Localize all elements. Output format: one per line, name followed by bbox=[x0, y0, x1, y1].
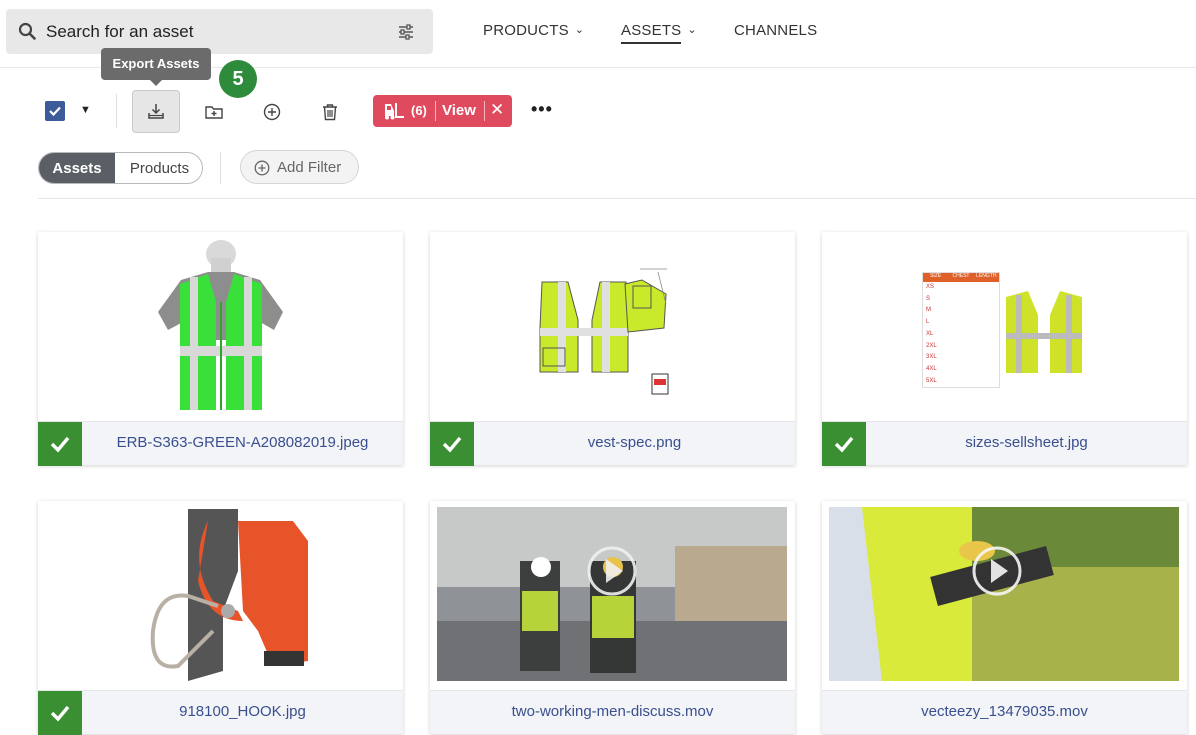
check-icon bbox=[49, 106, 61, 117]
asset-card[interactable]: SIZE CHEST LENGTH XS S M L XL 2XL 3XL 4X… bbox=[822, 232, 1187, 466]
select-dropdown-caret[interactable]: ▼ bbox=[80, 104, 91, 116]
search-icon bbox=[18, 22, 36, 40]
check-icon bbox=[834, 436, 854, 453]
vest-spec-image bbox=[430, 232, 795, 421]
size-row: S bbox=[926, 295, 931, 302]
filter-sliders-icon[interactable] bbox=[397, 23, 415, 41]
check-icon bbox=[50, 436, 70, 453]
nav-products-label: PRODUCTS bbox=[483, 22, 569, 39]
asset-checkbox[interactable] bbox=[822, 422, 866, 466]
asset-type-toggle: Assets Products bbox=[38, 152, 203, 184]
yellow-vest-image bbox=[1006, 291, 1082, 373]
add-to-folder-button[interactable] bbox=[190, 90, 238, 133]
asset-thumbnail[interactable] bbox=[38, 501, 403, 690]
size-row: XS bbox=[926, 284, 935, 290]
check-icon bbox=[442, 436, 462, 453]
nav-assets-label: ASSETS bbox=[621, 22, 682, 44]
nav-products[interactable]: PRODUCTS ⌄ bbox=[483, 22, 584, 39]
asset-thumbnail[interactable] bbox=[430, 232, 795, 421]
toggle-assets[interactable]: Assets bbox=[39, 153, 115, 183]
asset-footer: two-working-men-discuss.mov bbox=[430, 690, 795, 734]
size-chart-col: LENGTH bbox=[976, 273, 997, 279]
more-actions-button[interactable]: ••• bbox=[531, 99, 553, 120]
size-row: 2XL bbox=[926, 342, 937, 349]
chevron-down-icon: ⌄ bbox=[687, 24, 697, 36]
asset-filename[interactable]: two-working-men-discuss.mov bbox=[430, 703, 795, 720]
add-filter-label: Add Filter bbox=[277, 159, 342, 176]
size-row: 3XL bbox=[926, 354, 937, 361]
nav-channels[interactable]: CHANNELS bbox=[734, 22, 817, 39]
size-chart-rows: XS S M L XL 2XL 3XL 4XL 5XL bbox=[923, 282, 999, 387]
asset-thumbnail[interactable] bbox=[822, 501, 1187, 690]
add-filter-button[interactable]: Add Filter bbox=[240, 150, 359, 184]
export-assets-button[interactable] bbox=[132, 90, 180, 133]
asset-filename[interactable]: sizes-sellsheet.jpg bbox=[866, 434, 1187, 451]
size-chart: SIZE CHEST LENGTH XS S M L XL 2XL 3XL 4X… bbox=[922, 272, 1000, 388]
delete-button[interactable] bbox=[306, 90, 354, 133]
pill-divider bbox=[484, 101, 485, 121]
asset-checkbox[interactable] bbox=[38, 691, 82, 735]
asset-thumbnail[interactable] bbox=[430, 501, 795, 690]
filter-divider bbox=[220, 152, 221, 184]
chevron-down-icon: ⌄ bbox=[574, 24, 585, 36]
asset-card[interactable]: vest-spec.png bbox=[430, 232, 795, 466]
asset-card[interactable]: vecteezy_13479035.mov bbox=[822, 501, 1187, 734]
clear-selection-icon[interactable]: ✕ bbox=[490, 100, 504, 120]
green-vest-image bbox=[38, 232, 403, 421]
asset-checkbox[interactable] bbox=[38, 422, 82, 466]
asset-footer: vest-spec.png bbox=[430, 421, 795, 466]
size-row: XL bbox=[926, 330, 934, 337]
view-selection-button[interactable]: View bbox=[442, 102, 476, 119]
hook-tool-image bbox=[38, 501, 403, 690]
asset-footer: sizes-sellsheet.jpg bbox=[822, 421, 1187, 466]
add-button[interactable] bbox=[248, 90, 296, 133]
section-divider bbox=[38, 198, 1196, 199]
toggle-products[interactable]: Products bbox=[115, 153, 202, 183]
nav-channels-label: CHANNELS bbox=[734, 22, 818, 39]
search-bar[interactable]: Search for an asset bbox=[6, 9, 433, 54]
asset-footer: 918100_HOOK.jpg bbox=[38, 690, 403, 735]
asset-thumbnail[interactable]: SIZE CHEST LENGTH XS S M L XL 2XL 3XL 4X… bbox=[822, 232, 1187, 421]
video-thumbnail-men bbox=[430, 501, 795, 690]
nav-assets[interactable]: ASSETS ⌄ bbox=[621, 22, 697, 44]
asset-filename[interactable]: vest-spec.png bbox=[474, 434, 795, 451]
video-thumbnail-clipboard bbox=[822, 501, 1187, 690]
asset-filename[interactable]: vecteezy_13479035.mov bbox=[822, 703, 1187, 720]
asset-footer: vecteezy_13479035.mov bbox=[822, 690, 1187, 734]
delete-icon bbox=[323, 103, 337, 120]
selection-count: (6) bbox=[411, 103, 427, 118]
forklift-icon bbox=[385, 103, 404, 120]
asset-checkbox[interactable] bbox=[430, 422, 474, 466]
asset-filename[interactable]: ERB-S363-GREEN-A208082019.jpeg bbox=[82, 434, 403, 451]
pill-divider bbox=[435, 101, 436, 121]
asset-footer: ERB-S363-GREEN-A208082019.jpeg bbox=[38, 421, 403, 466]
asset-thumbnail[interactable] bbox=[38, 232, 403, 421]
export-tooltip: Export Assets bbox=[101, 48, 211, 86]
size-row: 4XL bbox=[926, 365, 937, 372]
size-chart-col: SIZE bbox=[930, 273, 942, 279]
asset-card[interactable]: ERB-S363-GREEN-A208082019.jpeg bbox=[38, 232, 403, 466]
add-circle-icon bbox=[254, 160, 270, 176]
size-chart-col: CHEST bbox=[952, 273, 970, 279]
size-row: L bbox=[926, 319, 930, 326]
asset-card[interactable]: two-working-men-discuss.mov bbox=[430, 501, 795, 734]
size-row: 5XL bbox=[926, 377, 937, 384]
search-input[interactable]: Search for an asset bbox=[46, 22, 193, 42]
select-all-checkbox[interactable] bbox=[45, 101, 65, 121]
export-icon bbox=[148, 103, 164, 119]
asset-filename[interactable]: 918100_HOOK.jpg bbox=[82, 703, 403, 720]
check-icon bbox=[50, 705, 70, 722]
size-row: M bbox=[926, 307, 931, 314]
add-to-folder-icon bbox=[205, 105, 223, 119]
selection-pill[interactable]: (6) View ✕ bbox=[373, 95, 512, 127]
add-icon bbox=[263, 103, 281, 120]
size-chart-header: SIZE CHEST LENGTH bbox=[923, 273, 999, 282]
asset-card[interactable]: 918100_HOOK.jpg bbox=[38, 501, 403, 735]
toolbar-divider bbox=[116, 94, 117, 128]
